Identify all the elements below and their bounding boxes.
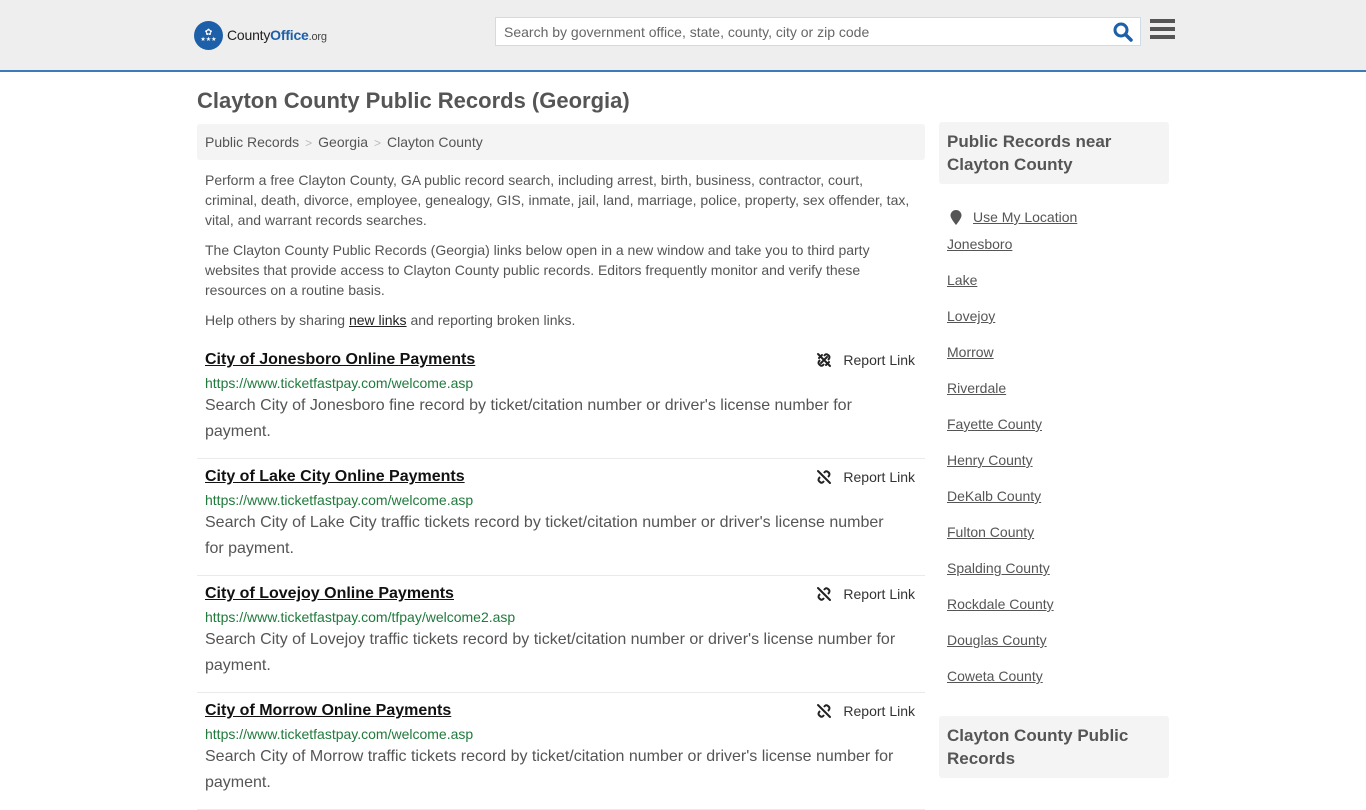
broken-link-icon <box>817 704 832 718</box>
record-description: Search City of Lovejoy traffic tickets r… <box>205 631 896 674</box>
sidebar-item-dekalb-county: DeKalb County <box>947 487 1161 523</box>
sidebar: Public Records near Clayton County Use M… <box>939 122 1169 703</box>
broken-link-icon <box>817 353 832 367</box>
record-url: https://www.ticketfastpay.com/welcome.as… <box>205 726 474 742</box>
sidebar-item-coweta-county: Coweta County <box>947 667 1161 703</box>
record-item: City of Lake City Online Payments Report… <box>197 459 925 576</box>
top-header-bar: ✿ ★★★ CountyOffice.org <box>0 0 1366 72</box>
record-description: Search City of Jonesboro fine record by … <box>205 397 852 440</box>
sidebar-item-morrow: Morrow <box>947 343 1161 379</box>
sidebar-item-henry-county: Henry County <box>947 451 1161 487</box>
breadcrumb-public-records[interactable]: Public Records <box>205 134 299 150</box>
sidebar-link[interactable]: Morrow <box>947 344 994 360</box>
breadcrumb-separator: > <box>373 136 381 150</box>
sidebar-link[interactable]: Coweta County <box>947 668 1043 684</box>
sidebar-item-lake: Lake <box>947 271 1161 307</box>
sidebar-item-lovejoy: Lovejoy <box>947 307 1161 343</box>
broken-link-icon <box>817 587 832 601</box>
record-description: Search City of Lake City traffic tickets… <box>205 514 884 557</box>
page-title: Clayton County Public Records (Georgia) <box>197 88 630 113</box>
sidebar-item-fayette-county: Fayette County <box>947 415 1161 451</box>
sidebar-link[interactable]: Douglas County <box>947 632 1047 648</box>
record-title-link[interactable]: City of Lovejoy Online Payments <box>205 585 454 603</box>
sidebar-item-use-location: Use My Location <box>947 199 1161 235</box>
report-link-button[interactable]: Report Link <box>816 703 915 719</box>
record-description: Search City of Morrow traffic tickets re… <box>205 748 894 791</box>
search-icon <box>1113 22 1133 42</box>
sidebar-item-jonesboro: Jonesboro <box>947 235 1161 271</box>
search-box <box>495 17 1141 46</box>
breadcrumb: Public Records > Georgia > Clayton County <box>197 124 925 160</box>
sidebar-item-riverdale: Riverdale <box>947 379 1161 415</box>
report-link-button[interactable]: Report Link <box>816 586 915 602</box>
logo-text: CountyOffice.org <box>227 27 327 43</box>
new-links-link[interactable]: new links <box>349 312 407 328</box>
report-link-label: Report Link <box>843 703 915 719</box>
sidebar-link[interactable]: Rockdale County <box>947 596 1054 612</box>
sidebar-link[interactable]: Riverdale <box>947 380 1006 396</box>
broken-link-icon <box>817 470 832 484</box>
sidebar-item-fulton-county: Fulton County <box>947 523 1161 559</box>
record-url: https://www.ticketfastpay.com/welcome.as… <box>205 375 474 391</box>
use-my-location-link[interactable]: Use My Location <box>973 208 1077 226</box>
breadcrumb-georgia[interactable]: Georgia <box>318 134 368 150</box>
intro-paragraph-2: The Clayton County Public Records (Georg… <box>205 242 870 298</box>
sidebar-heading-secondary: Clayton County Public Records <box>939 716 1169 778</box>
sidebar-heading: Public Records near Clayton County <box>939 122 1169 184</box>
record-url: https://www.ticketfastpay.com/tfpay/welc… <box>205 609 516 625</box>
sidebar-link[interactable]: Jonesboro <box>947 236 1012 252</box>
record-title-link[interactable]: City of Jonesboro Online Payments <box>205 351 475 369</box>
sidebar-item-spalding-county: Spalding County <box>947 559 1161 595</box>
record-url: https://www.ticketfastpay.com/welcome.as… <box>205 492 474 508</box>
hamburger-menu-icon[interactable] <box>1150 19 1175 41</box>
map-pin-icon <box>950 209 962 225</box>
sidebar-link[interactable]: Fulton County <box>947 524 1034 540</box>
search-input[interactable] <box>496 18 1106 45</box>
report-link-label: Report Link <box>843 469 915 485</box>
sidebar-link[interactable]: Fayette County <box>947 416 1042 432</box>
intro-paragraph-3: Help others by sharing new links and rep… <box>205 312 576 328</box>
search-button[interactable] <box>1112 21 1134 43</box>
sidebar-list: Use My Location Jonesboro Lake Lovejoy M… <box>939 184 1169 703</box>
sidebar-link[interactable]: DeKalb County <box>947 488 1041 504</box>
report-link-button[interactable]: Report Link <box>816 352 915 368</box>
sidebar-item-rockdale-county: Rockdale County <box>947 595 1161 631</box>
records-list: City of Jonesboro Online Payments Report… <box>197 342 925 810</box>
sidebar-item-douglas-county: Douglas County <box>947 631 1161 667</box>
report-link-label: Report Link <box>843 352 915 368</box>
sidebar-link[interactable]: Lake <box>947 272 977 288</box>
record-item: City of Jonesboro Online Payments Report… <box>197 342 925 459</box>
record-title-link[interactable]: City of Morrow Online Payments <box>205 702 451 720</box>
sidebar-link[interactable]: Spalding County <box>947 560 1050 576</box>
breadcrumb-separator: > <box>305 136 313 150</box>
breadcrumb-clayton-county[interactable]: Clayton County <box>387 134 483 150</box>
intro-paragraph-1: Perform a free Clayton County, GA public… <box>205 172 910 228</box>
logo-eagle-icon: ✿ ★★★ <box>194 20 223 50</box>
record-title-link[interactable]: City of Lake City Online Payments <box>205 468 465 486</box>
report-link-label: Report Link <box>843 586 915 602</box>
record-item: City of Morrow Online Payments Report Li… <box>197 693 925 810</box>
record-item: City of Lovejoy Online Payments Report L… <box>197 576 925 693</box>
site-logo[interactable]: ✿ ★★★ CountyOffice.org <box>194 20 327 50</box>
sidebar-link[interactable]: Lovejoy <box>947 308 995 324</box>
intro-text: Perform a free Clayton County, GA public… <box>205 170 917 340</box>
sidebar-link[interactable]: Henry County <box>947 452 1033 468</box>
report-link-button[interactable]: Report Link <box>816 469 915 485</box>
